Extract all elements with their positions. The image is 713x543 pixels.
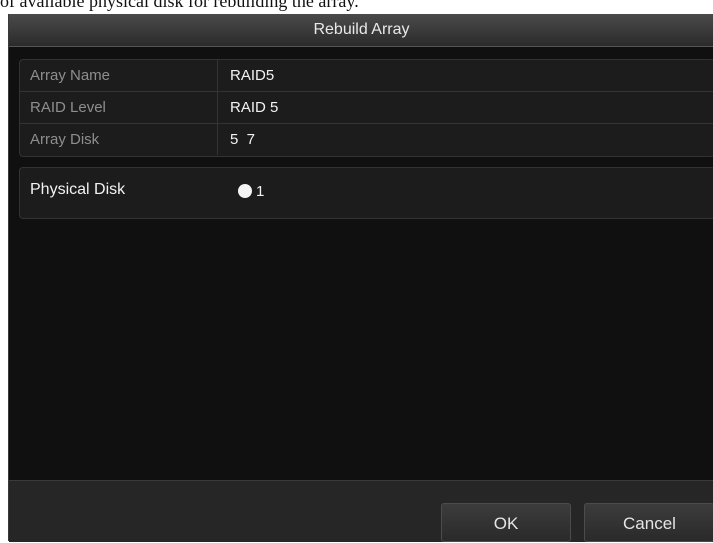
radio-button[interactable] — [238, 184, 252, 198]
dialog-title: Rebuild Array — [9, 14, 713, 47]
cancel-button[interactable]: Cancel — [584, 503, 713, 542]
background-document-text: of available physical disk for rebuildin… — [0, 0, 359, 11]
array-name-value: RAID5 — [230, 67, 275, 84]
array-disk-label: Array Disk — [20, 124, 218, 155]
array-name-row: Array Name RAID5 — [20, 60, 713, 92]
array-disk-row: Array Disk 5 7 — [20, 124, 713, 155]
physical-disk-label: Physical Disk — [30, 181, 126, 198]
raid-level-label: RAID Level — [20, 92, 218, 123]
array-disk-value: 5 7 — [230, 131, 256, 148]
physical-disk-option-1[interactable]: 1 — [238, 182, 264, 200]
ok-button[interactable]: OK — [441, 503, 571, 542]
physical-disk-panel: Physical Disk 1 — [19, 167, 713, 219]
dialog-content: Array Name RAID5 RAID Level RAID 5 Array… — [9, 47, 713, 480]
rebuild-array-dialog: Rebuild Array Array Name RAID5 RAID Leve… — [8, 14, 713, 542]
array-info-panel: Array Name RAID5 RAID Level RAID 5 Array… — [19, 59, 713, 157]
raid-level-value: RAID 5 — [230, 99, 279, 116]
physical-disk-option-label: 1 — [256, 182, 265, 200]
dialog-footer: OK Cancel — [9, 480, 713, 542]
raid-level-row: RAID Level RAID 5 — [20, 92, 713, 124]
array-name-label: Array Name — [20, 60, 218, 91]
